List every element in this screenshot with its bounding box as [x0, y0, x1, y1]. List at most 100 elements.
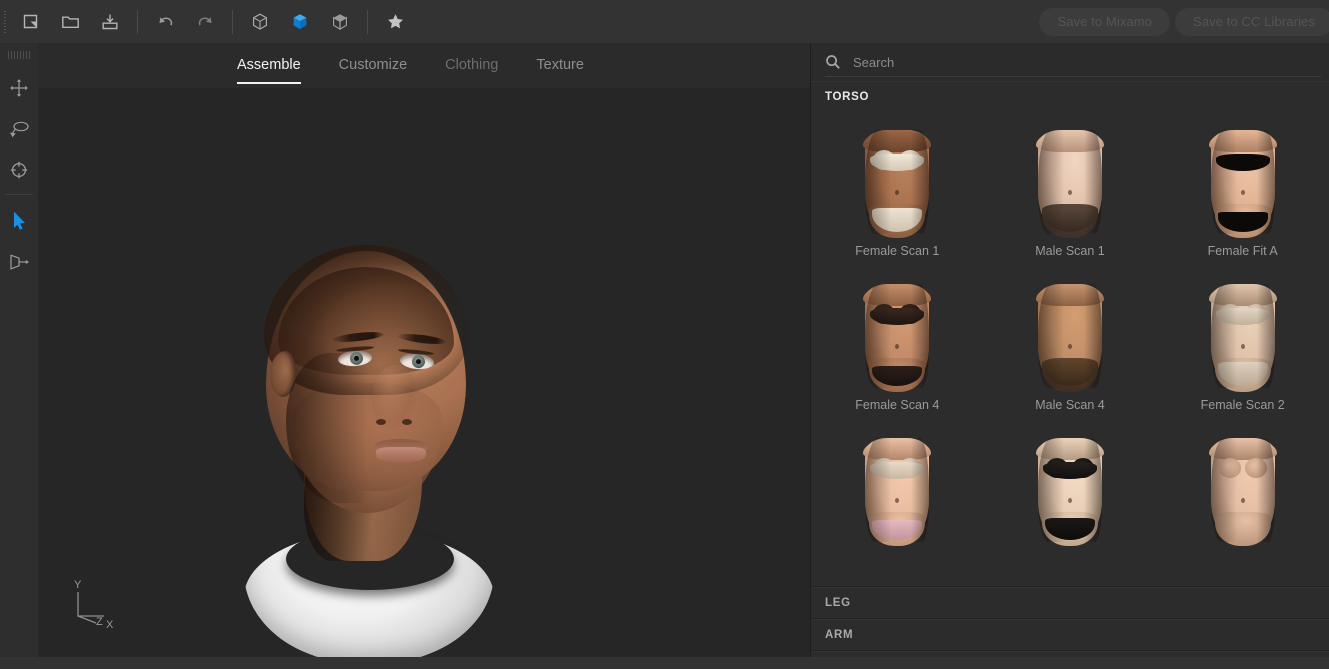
open-folder-icon[interactable]	[50, 0, 90, 43]
toolbar-divider-2	[232, 9, 233, 34]
asset-thumbnail	[1200, 126, 1286, 238]
torso-thumbnail-grid: Female Scan 1 Male Scan 1 Female Fit A F…	[811, 116, 1329, 578]
asset-thumbnail	[854, 280, 940, 392]
redo-glyph	[198, 17, 212, 26]
asset-label: Female Scan 2	[1200, 398, 1285, 412]
asset-label: Female Scan 4	[855, 398, 940, 412]
model-iris-left	[349, 351, 364, 366]
move-arrows-icon	[10, 78, 28, 97]
cursor-arrow-icon	[13, 211, 25, 230]
search-icon	[825, 54, 847, 70]
model-lower-lip	[376, 447, 426, 463]
asset-thumbnail	[1200, 434, 1286, 546]
group-arm: ARM	[811, 619, 1329, 651]
torso-figure	[863, 438, 932, 546]
asset-thumbnail	[1027, 434, 1113, 546]
rotate-tool[interactable]	[0, 108, 38, 149]
asset-cell[interactable]: Male Scan 1	[984, 116, 1157, 270]
skew-tool[interactable]	[0, 241, 38, 282]
asset-thumbnail	[1200, 280, 1286, 392]
favorite-star-glyph	[387, 14, 403, 29]
search-input[interactable]	[847, 54, 1321, 70]
torso-figure	[1208, 284, 1277, 392]
torso-figure	[1035, 284, 1104, 392]
redo-icon[interactable]	[185, 0, 225, 43]
rail-divider	[5, 194, 33, 195]
model-nostril-left	[376, 419, 386, 425]
torso-figure	[1208, 438, 1277, 546]
bottom-status-bar	[0, 657, 1329, 669]
favorite-star-icon[interactable]	[375, 0, 415, 43]
group-header-torso[interactable]: TORSO	[811, 82, 1329, 112]
group-header-arm[interactable]: ARM	[811, 620, 1329, 650]
model-nostril-right	[402, 419, 412, 425]
torso-figure	[1035, 438, 1104, 546]
new-project-icon[interactable]	[10, 0, 50, 43]
torso-figure	[1208, 130, 1277, 238]
asset-cell[interactable]: Female Scan 4	[811, 270, 984, 424]
save-to-cc-libraries-button[interactable]: Save to CC Libraries	[1175, 7, 1329, 36]
axis-gizmo: Y Z X	[58, 577, 128, 637]
asset-label: Female Fit A	[1207, 244, 1278, 258]
import-glyph	[102, 14, 118, 29]
model-cheek-shadow	[286, 353, 382, 503]
axis-label-x: X	[106, 619, 114, 631]
undo-icon[interactable]	[145, 0, 185, 43]
asset-label: Male Scan 1	[1035, 244, 1105, 258]
app-root: Save to Mixamo Save to CC Libraries Asse…	[0, 0, 1329, 669]
import-icon[interactable]	[90, 0, 130, 43]
toolbar-divider-3	[367, 9, 368, 34]
left-tool-rail	[0, 43, 39, 657]
save-to-mixamo-button[interactable]: Save to Mixamo	[1039, 7, 1171, 36]
viewport-stage[interactable]: Y Z X	[38, 88, 810, 657]
asset-cell[interactable]: Male Scan 4	[984, 270, 1157, 424]
viewport[interactable]: Assemble Customize Clothing Texture Y Z …	[38, 43, 810, 657]
tab-texture[interactable]: Texture	[517, 43, 603, 73]
move-tool[interactable]	[0, 67, 38, 108]
open-folder-glyph	[61, 16, 79, 28]
rail-drag-handle[interactable]	[0, 43, 38, 67]
torso-figure	[863, 284, 932, 392]
asset-thumbnail	[854, 434, 940, 546]
wireframe-cube-glyph	[253, 13, 267, 30]
group-body-torso: Female Scan 1 Male Scan 1 Female Fit A F…	[811, 112, 1329, 586]
search-magnifier-glyph	[826, 55, 840, 69]
asset-thumbnail	[1027, 280, 1113, 392]
top-toolbar: Save to Mixamo Save to CC Libraries	[0, 0, 1329, 43]
torso-figure	[1035, 130, 1104, 238]
asset-label: Male Scan 4	[1035, 398, 1105, 412]
asset-cell[interactable]	[984, 424, 1157, 578]
shaded-cube-icon[interactable]	[320, 0, 360, 43]
skew-transform-icon	[10, 253, 29, 270]
asset-cell[interactable]: Female Fit A	[1156, 116, 1329, 270]
toolbar-divider-1	[137, 9, 138, 34]
tab-clothing[interactable]: Clothing	[426, 43, 517, 73]
wireframe-cube-icon[interactable]	[240, 0, 280, 43]
model-iris-right	[411, 354, 426, 369]
select-tool[interactable]	[0, 200, 38, 241]
asset-cell[interactable]: Female Scan 2	[1156, 270, 1329, 424]
pivot-tool[interactable]	[0, 149, 38, 190]
asset-cell[interactable]: Female Scan 1	[811, 116, 984, 270]
torso-figure	[863, 130, 932, 238]
group-header-leg[interactable]: LEG	[811, 588, 1329, 618]
rotate-orbit-icon	[10, 121, 29, 137]
search-bar	[811, 43, 1329, 81]
content-library-panel: TORSO	[810, 43, 1329, 657]
solid-cube-glyph	[293, 13, 307, 29]
target-crosshair-icon	[10, 161, 28, 178]
solid-cube-icon[interactable]	[280, 0, 320, 43]
asset-group-list[interactable]: TORSO Female Scan 1 Male Scan 1 Female F…	[811, 81, 1329, 657]
axis-label-y: Y	[74, 579, 82, 591]
shaded-cube-glyph	[333, 13, 347, 30]
viewport-tabbar: Assemble Customize Clothing Texture	[38, 43, 810, 88]
tab-customize[interactable]: Customize	[320, 43, 427, 73]
asset-cell[interactable]	[811, 424, 984, 578]
toolbar-drag-handle[interactable]	[0, 0, 10, 43]
group-torso: TORSO Female Scan 1 Male Scan 1 Female F…	[811, 81, 1329, 587]
asset-cell[interactable]	[1156, 424, 1329, 578]
tab-assemble[interactable]: Assemble	[218, 43, 320, 84]
group-leg: LEG	[811, 587, 1329, 619]
character-model[interactable]	[226, 233, 516, 657]
axis-gizmo-glyph: Y Z X	[74, 579, 114, 631]
